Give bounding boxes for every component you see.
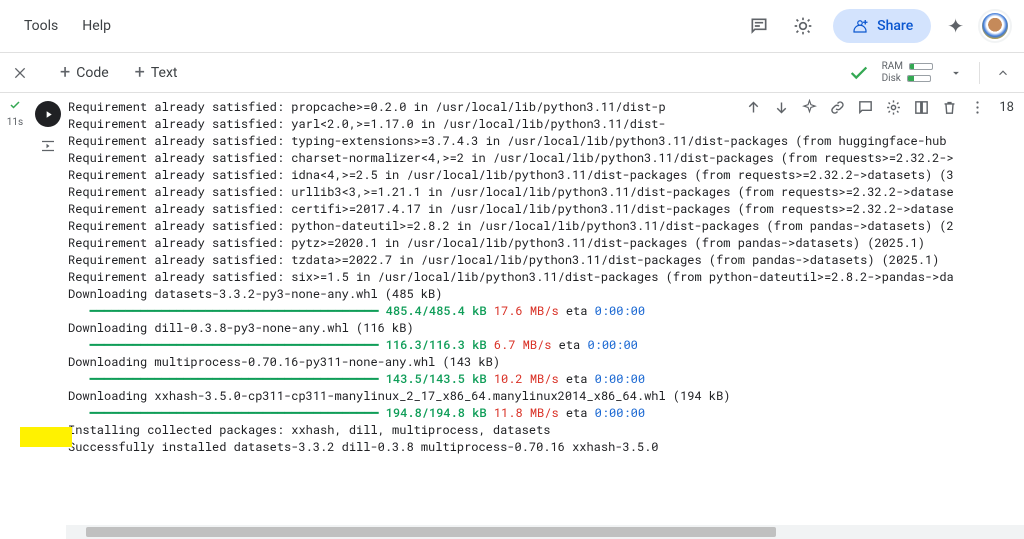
move-up-icon[interactable] (743, 97, 763, 117)
delete-cell-icon[interactable] (939, 97, 959, 117)
share-button[interactable]: Share (833, 9, 931, 43)
insert-code-label: Code (76, 65, 108, 81)
runtime-menu-caret-icon[interactable] (945, 62, 967, 84)
console-output: Requirement already satisfied: propcache… (66, 97, 1024, 462)
share-button-label: Share (877, 18, 913, 34)
menu-tools[interactable]: Tools (14, 10, 68, 42)
collapse-toolbar-icon[interactable] (992, 62, 1014, 84)
resource-indicator[interactable]: RAM Disk (882, 61, 933, 84)
play-icon (43, 109, 54, 120)
workarea: 11s 18 (0, 93, 1024, 525)
plus-icon: + (135, 64, 145, 82)
share-people-icon (851, 17, 869, 35)
top-bar: Tools Help Share ✦ (0, 0, 1024, 52)
connected-check-icon (848, 62, 870, 84)
line-indicator: 18 (995, 100, 1014, 115)
cell-status-gutter: 11s (0, 93, 30, 525)
gemini-sparkle-icon[interactable]: ✦ (947, 14, 964, 38)
horizontal-scrollbar[interactable] (66, 525, 1024, 539)
close-panel-icon[interactable] (10, 63, 30, 83)
menu-help[interactable]: Help (72, 10, 121, 42)
exec-check-icon (9, 99, 21, 111)
cell-toolbar: 18 (739, 95, 1018, 119)
plus-icon: + (60, 64, 70, 82)
mirror-cell-icon[interactable] (911, 97, 931, 117)
exec-time-label: 11s (7, 117, 23, 128)
ai-suggest-icon[interactable] (799, 97, 819, 117)
insert-code-button[interactable]: + Code (50, 60, 119, 86)
comment-icon[interactable] (855, 97, 875, 117)
cell-settings-icon[interactable] (883, 97, 903, 117)
insert-text-label: Text (151, 65, 178, 81)
move-down-icon[interactable] (771, 97, 791, 117)
settings-gear-icon[interactable] (789, 12, 817, 40)
insert-text-button[interactable]: + Text (125, 60, 188, 86)
notebook-toolbar: + Code + Text RAM Disk (0, 53, 1024, 93)
run-cell-button[interactable] (35, 101, 61, 127)
ram-label: RAM (882, 61, 903, 72)
disk-label: Disk (882, 73, 901, 84)
toggle-output-icon[interactable] (39, 137, 57, 159)
account-avatar[interactable] (980, 11, 1010, 41)
more-icon[interactable] (967, 97, 987, 117)
comments-icon[interactable] (745, 12, 773, 40)
output-scroll-area[interactable]: Requirement already satisfied: propcache… (66, 97, 1024, 525)
link-icon[interactable] (827, 97, 847, 117)
highlight-marker (20, 427, 72, 447)
